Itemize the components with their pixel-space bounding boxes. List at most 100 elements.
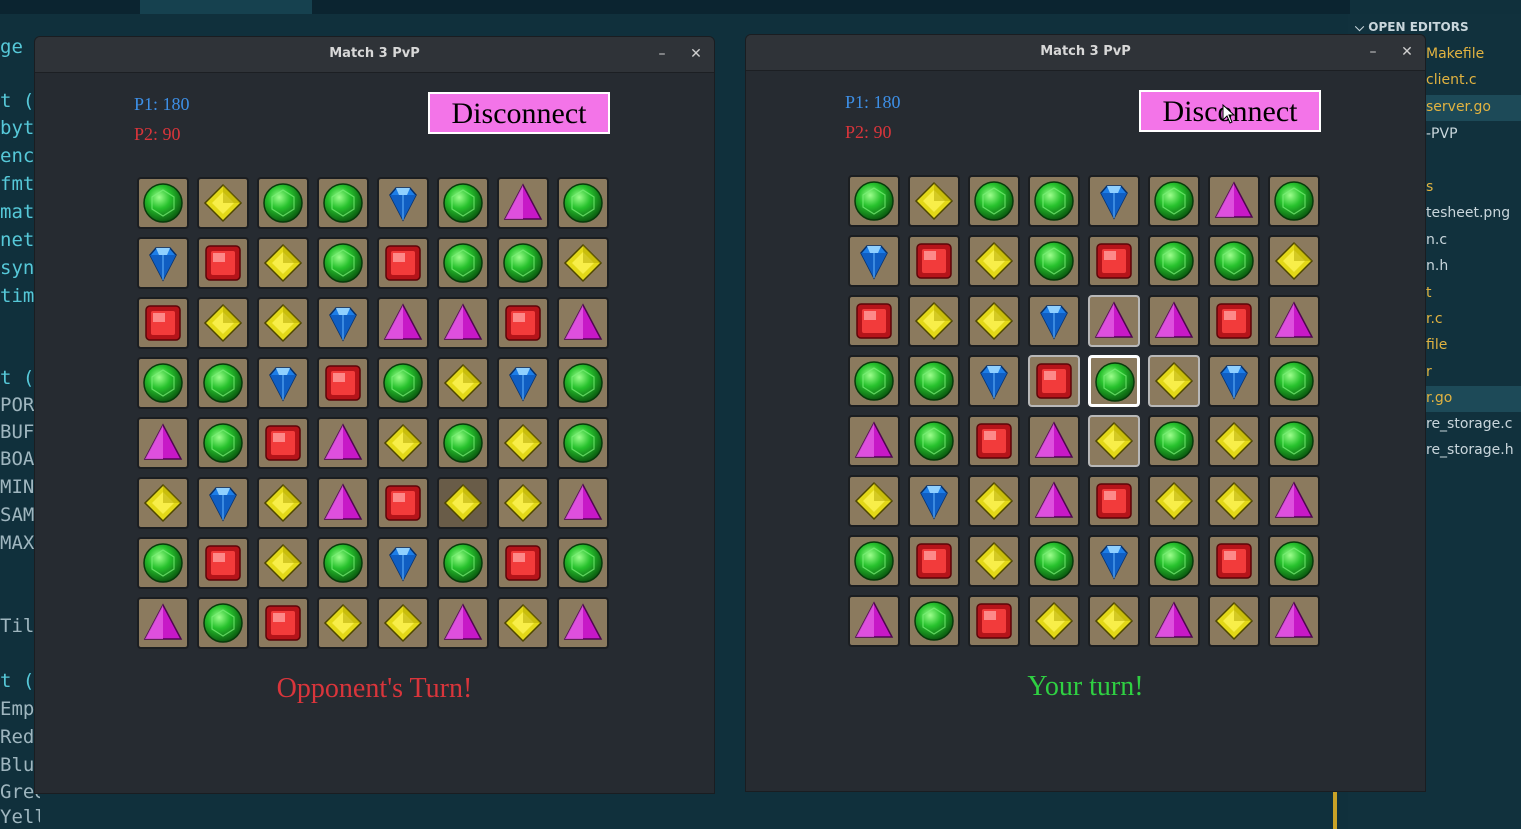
explorer-file-item[interactable]: -PVP — [1426, 126, 1458, 142]
board-cell[interactable] — [1148, 355, 1200, 407]
disconnect-button[interactable]: Disconnect — [428, 92, 610, 134]
board-cell[interactable] — [1208, 355, 1260, 407]
board-cell[interactable] — [197, 237, 249, 289]
board-cell[interactable] — [908, 595, 960, 647]
board-cell[interactable] — [1088, 535, 1140, 587]
board-cell[interactable] — [968, 235, 1020, 287]
board-cell[interactable] — [137, 357, 189, 409]
board-cell[interactable] — [1268, 175, 1320, 227]
board-cell[interactable] — [437, 417, 489, 469]
board-cell[interactable] — [1268, 535, 1320, 587]
explorer-file-item[interactable]: r.c — [1426, 311, 1443, 327]
explorer-file-item[interactable]: r — [1426, 364, 1432, 380]
explorer-file-item[interactable]: r.go — [1426, 390, 1452, 406]
board-cell[interactable] — [137, 477, 189, 529]
board-cell[interactable] — [968, 595, 1020, 647]
board-cell[interactable] — [137, 417, 189, 469]
board-cell[interactable] — [1148, 595, 1200, 647]
board-cell[interactable] — [317, 597, 369, 649]
board-cell[interactable] — [908, 235, 960, 287]
board-cell[interactable] — [1028, 175, 1080, 227]
board-cell[interactable] — [1088, 355, 1140, 407]
board-cell[interactable] — [908, 355, 960, 407]
board-cell[interactable] — [137, 177, 189, 229]
board-cell[interactable] — [848, 235, 900, 287]
board-cell[interactable] — [557, 177, 609, 229]
board-cell[interactable] — [197, 537, 249, 589]
board-cell[interactable] — [1268, 595, 1320, 647]
board-cell[interactable] — [1088, 235, 1140, 287]
board-cell[interactable] — [1028, 295, 1080, 347]
close-button[interactable]: ✕ — [1398, 43, 1416, 61]
board-cell[interactable] — [377, 417, 429, 469]
board-cell[interactable] — [1028, 415, 1080, 467]
board-cell[interactable] — [1088, 295, 1140, 347]
board-cell[interactable] — [1208, 295, 1260, 347]
board-cell[interactable] — [377, 177, 429, 229]
board-cell[interactable] — [1028, 235, 1080, 287]
board-cell[interactable] — [1088, 175, 1140, 227]
board-cell[interactable] — [437, 477, 489, 529]
board-cell[interactable] — [437, 537, 489, 589]
board-cell[interactable] — [557, 477, 609, 529]
explorer-file-item[interactable]: re_storage.c — [1426, 416, 1512, 432]
board-cell[interactable] — [968, 295, 1020, 347]
board-cell[interactable] — [557, 237, 609, 289]
board-cell[interactable] — [437, 597, 489, 649]
board-cell[interactable] — [257, 597, 309, 649]
board-cell[interactable] — [257, 417, 309, 469]
board-cell[interactable] — [557, 597, 609, 649]
board-cell[interactable] — [257, 177, 309, 229]
board-cell[interactable] — [317, 417, 369, 469]
board-cell[interactable] — [1028, 535, 1080, 587]
board-cell[interactable] — [377, 537, 429, 589]
board-cell[interactable] — [908, 175, 960, 227]
board-cell[interactable] — [908, 535, 960, 587]
explorer-file-item[interactable]: tesheet.png — [1426, 205, 1510, 221]
board-cell[interactable] — [848, 355, 900, 407]
board-cell[interactable] — [317, 537, 369, 589]
board-cell[interactable] — [1148, 295, 1200, 347]
board-cell[interactable] — [1028, 595, 1080, 647]
board-cell[interactable] — [968, 355, 1020, 407]
board-cell[interactable] — [968, 175, 1020, 227]
board-cell[interactable] — [497, 237, 549, 289]
board-cell[interactable] — [1268, 355, 1320, 407]
board-cell[interactable] — [1268, 475, 1320, 527]
board-cell[interactable] — [497, 357, 549, 409]
board-cell[interactable] — [497, 537, 549, 589]
board-cell[interactable] — [557, 537, 609, 589]
board-cell[interactable] — [557, 417, 609, 469]
explorer-file-item[interactable]: server.go — [1426, 99, 1491, 115]
explorer-file-item[interactable]: Makefile — [1426, 46, 1484, 62]
board-cell[interactable] — [197, 477, 249, 529]
board-cell[interactable] — [257, 477, 309, 529]
board-cell[interactable] — [377, 477, 429, 529]
board-cell[interactable] — [257, 297, 309, 349]
board-cell[interactable] — [1088, 595, 1140, 647]
minimize-button[interactable]: – — [653, 45, 671, 63]
board-cell[interactable] — [137, 597, 189, 649]
board-cell[interactable] — [497, 597, 549, 649]
board-cell[interactable] — [1268, 295, 1320, 347]
board-cell[interactable] — [377, 597, 429, 649]
board-cell[interactable] — [377, 237, 429, 289]
board-cell[interactable] — [1148, 535, 1200, 587]
board-cell[interactable] — [1268, 415, 1320, 467]
board-cell[interactable] — [137, 537, 189, 589]
board-cell[interactable] — [848, 595, 900, 647]
board-cell[interactable] — [257, 357, 309, 409]
title-bar[interactable]: Match 3 PvP – ✕ — [35, 37, 714, 73]
board-cell[interactable] — [257, 237, 309, 289]
explorer-file-item[interactable]: file — [1426, 337, 1447, 353]
explorer-file-item[interactable]: n.c — [1426, 232, 1447, 248]
board-cell[interactable] — [377, 357, 429, 409]
explorer-file-item[interactable]: s — [1426, 179, 1433, 195]
board-cell[interactable] — [1148, 235, 1200, 287]
board-cell[interactable] — [1268, 235, 1320, 287]
board-cell[interactable] — [497, 477, 549, 529]
board-cell[interactable] — [848, 475, 900, 527]
board-cell[interactable] — [1148, 475, 1200, 527]
board-cell[interactable] — [137, 297, 189, 349]
board-cell[interactable] — [848, 415, 900, 467]
